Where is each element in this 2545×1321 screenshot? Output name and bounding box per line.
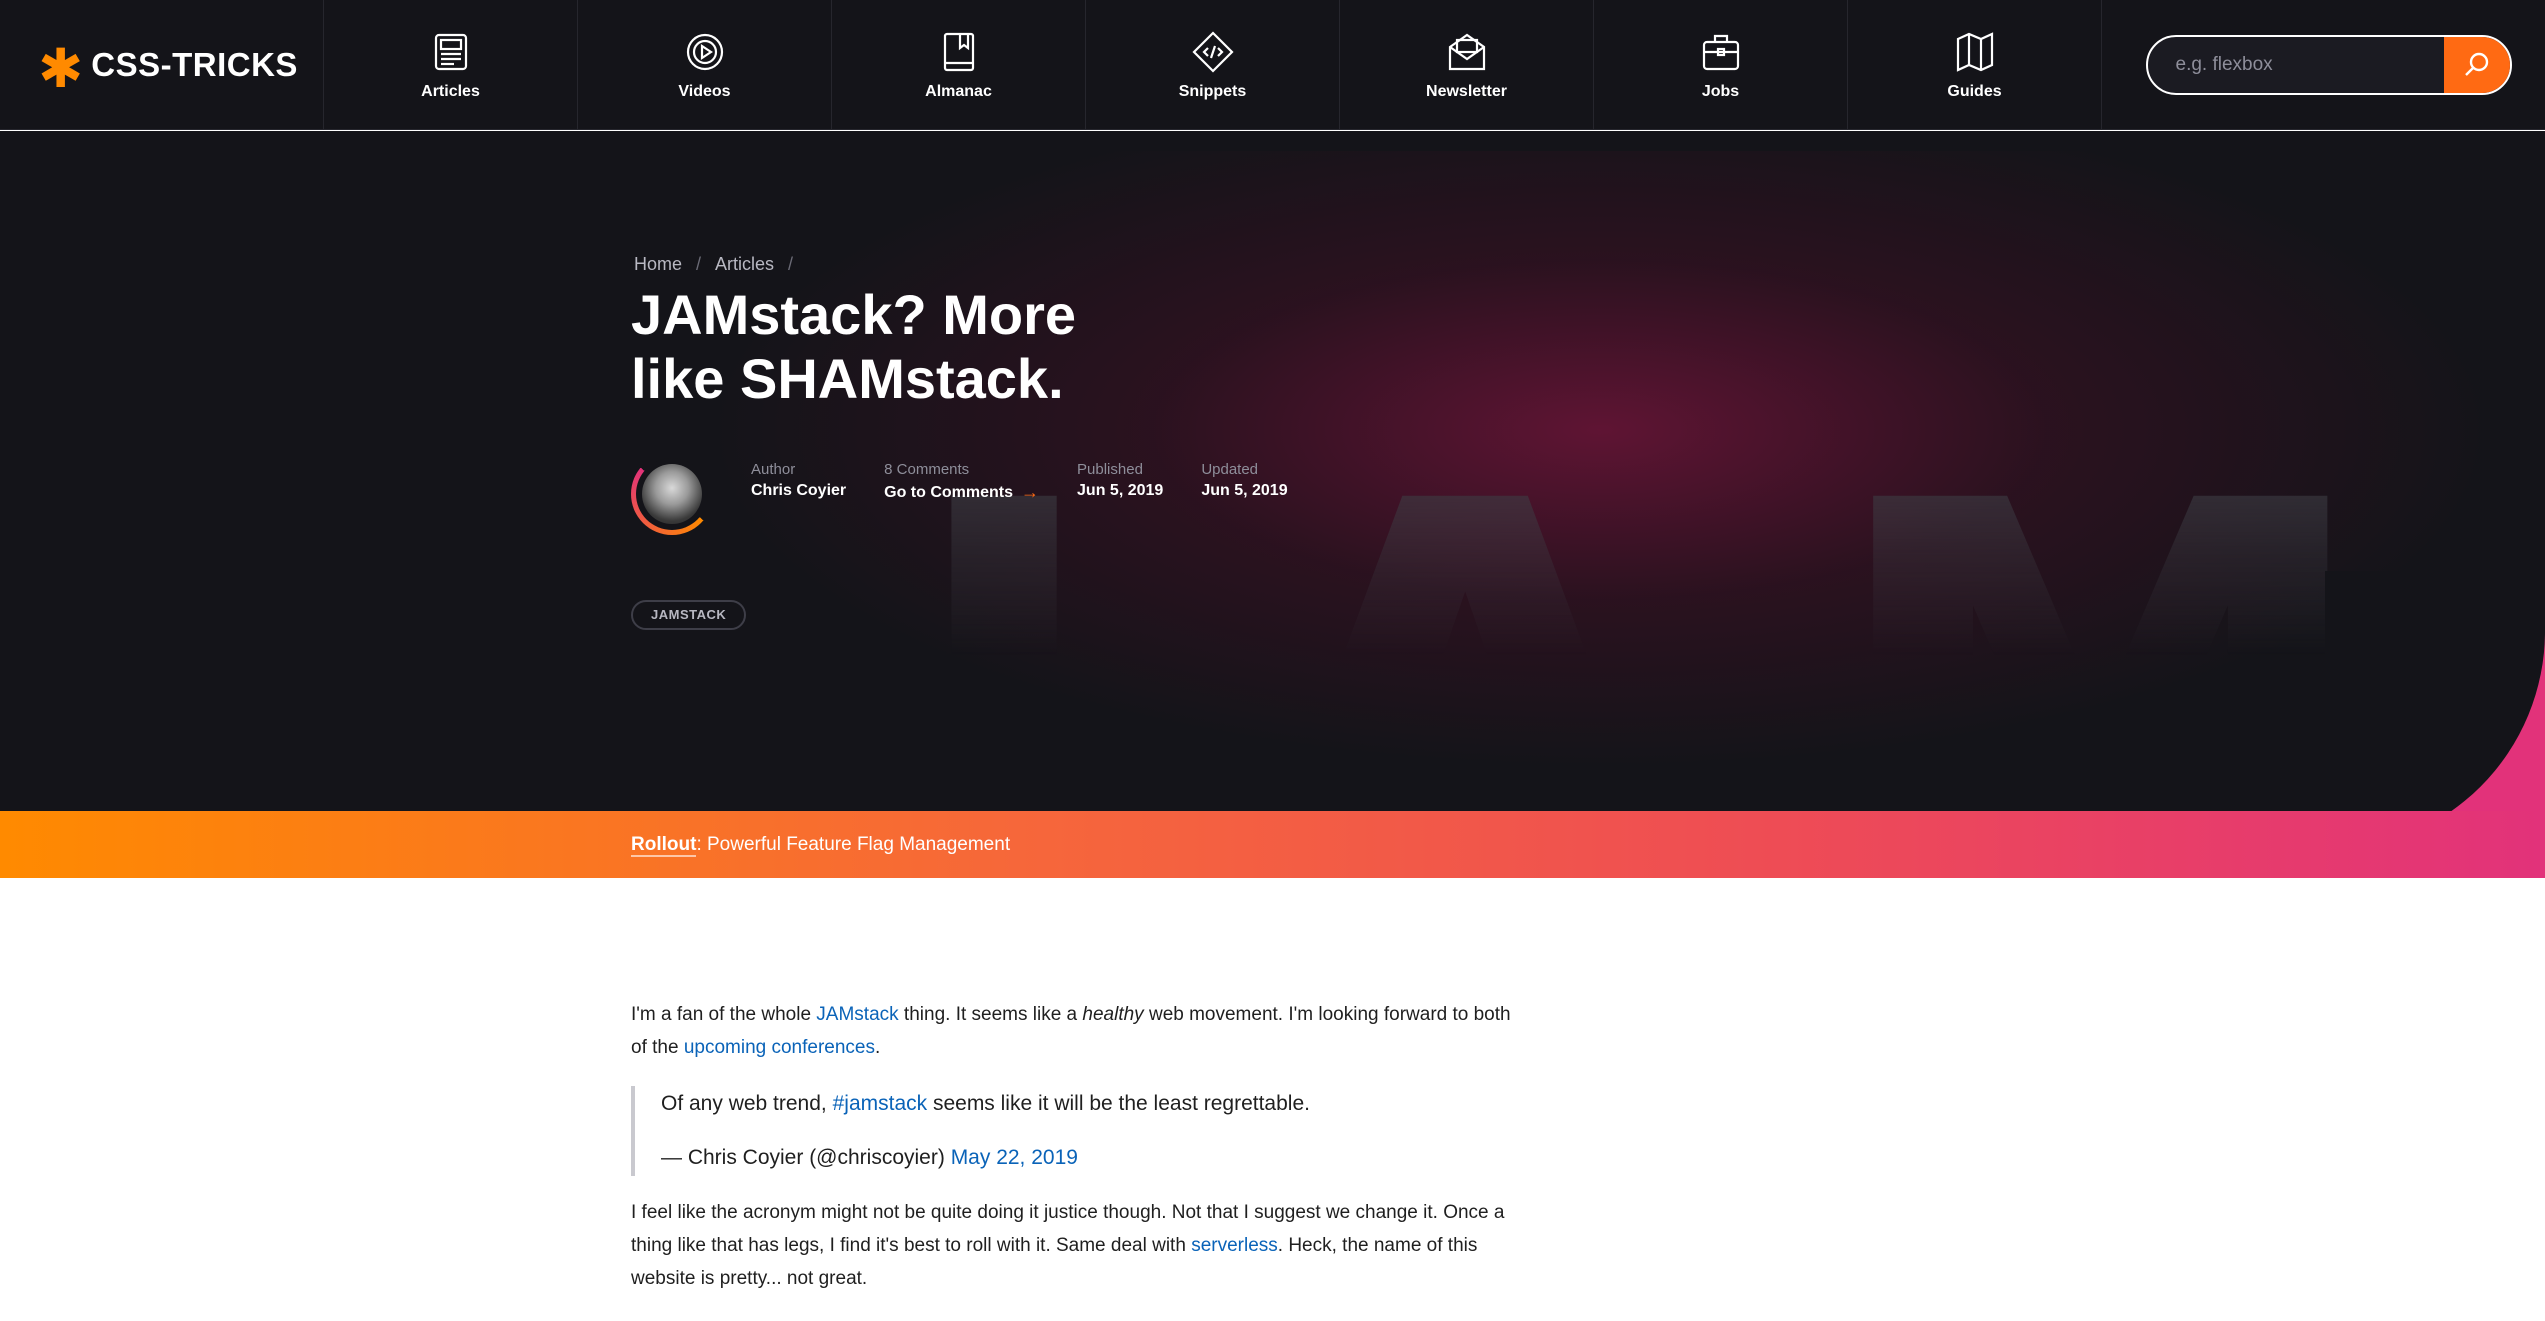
author-name-link[interactable]: Chris Coyier [751,482,846,500]
embedded-tweet-quote: Of any web trend, #jamstack seems like i… [631,1086,1531,1176]
briefcase-icon [1702,34,1739,70]
article-hero: JAM Home / Articles / JAMstack? More lik… [0,131,2545,811]
search-area [2102,0,2545,129]
nav-item-label: Almanac [925,82,992,100]
meta-comments: 8 Comments Go to Comments → [884,461,1039,503]
nav-item-almanac[interactable]: Almanac [832,0,1086,129]
search-button[interactable] [2443,36,2510,93]
top-nav: ✱ CSS-TRICKS Articles Videos Almanac Sni… [0,0,2545,130]
search-input[interactable] [2147,36,2444,93]
upcoming-conferences-link[interactable]: upcoming conferences [684,1037,875,1058]
meta-updated-key: Updated [1201,461,1259,478]
play-circle-icon [686,33,723,70]
quote-text: Of any web trend, #jamstack seems like i… [661,1086,1531,1122]
avatar-photo [642,464,702,524]
article-body: I'm a fan of the whole JAMstack thing. I… [631,998,1531,1317]
tag-jamstack[interactable]: JAMSTACK [631,600,747,630]
nav-item-label: Newsletter [1426,82,1507,100]
text: I'm a fan of the whole [631,1004,817,1025]
arrow-right-icon: → [1021,482,1040,502]
nav-item-snippets[interactable]: Snippets [1086,0,1340,129]
comments-count: 8 Comments [884,461,970,478]
site-logo[interactable]: ✱ CSS-TRICKS [0,0,324,129]
paragraph-intro: I'm a fan of the whole JAMstack thing. I… [631,998,1531,1064]
text: . [875,1037,881,1058]
updated-date: Jun 5, 2019 [1201,482,1288,499]
code-diamond-icon [1191,30,1234,73]
nav-item-newsletter[interactable]: Newsletter [1340,0,1594,129]
search-icon [2464,52,2488,76]
jamstack-hashtag-link[interactable]: #jamstack [833,1092,928,1115]
article-meta: Author Chris Coyier 8 Comments Go to Com… [631,453,1326,535]
sponsor-text: : Powerful Feature Flag Management [696,833,1011,855]
breadcrumb: Home / Articles / [634,254,793,275]
text: Of any web trend, [661,1092,833,1115]
meta-published: Published Jun 5, 2019 [1077,461,1163,500]
serverless-link[interactable]: serverless [1191,1235,1278,1256]
meta-author: Author Chris Coyier [751,461,846,500]
breadcrumb-separator: / [788,254,794,274]
published-date: Jun 5, 2019 [1077,482,1164,499]
quote-citation: — Chris Coyier (@chriscoyier) May 22, 20… [661,1140,1531,1176]
sponsor-banner: Rollout: Powerful Feature Flag Managemen… [0,811,2545,878]
nav-item-label: Jobs [1701,82,1740,100]
text: — Chris Coyier (@chriscoyier) [661,1146,951,1169]
nav-item-guides[interactable]: Guides [1848,0,2102,129]
nav-item-label: Articles [421,82,480,100]
map-icon [1956,31,1993,72]
emphasis: healthy [1082,1004,1144,1025]
text: thing. It seems like a [898,1004,1083,1025]
text: seems like it will be the least regretta… [927,1092,1310,1115]
breadcrumb-articles[interactable]: Articles [715,254,774,275]
nav-item-videos[interactable]: Videos [578,0,832,129]
meta-updated: Updated Jun 5, 2019 [1201,461,1287,500]
nav-item-label: Guides [1947,82,2002,100]
nav-item-label: Snippets [1178,82,1247,100]
paragraph-acronym: I feel like the acronym might not be qui… [631,1196,1531,1295]
nav-item-articles[interactable]: Articles [324,0,578,129]
page-title: JAMstack? More like SHAMstack. [631,283,1077,410]
breadcrumb-home[interactable]: Home [634,254,682,275]
breadcrumb-separator: / [696,254,702,274]
logo-text: CSS-TRICKS [91,45,298,83]
logo-star-icon: ✱ [38,38,84,99]
envelope-icon [1448,33,1485,70]
meta-author-key: Author [751,461,796,478]
go-to-comments-label: Go to Comments [884,483,1014,501]
go-to-comments-link[interactable]: Go to Comments → [884,482,1039,503]
meta-published-key: Published [1077,461,1143,478]
nav-item-label: Videos [678,82,731,100]
jamstack-link[interactable]: JAMstack [816,1004,898,1025]
search-box [2145,34,2512,95]
sponsor-link[interactable]: Rollout: Powerful Feature Flag Managemen… [631,833,1011,857]
book-icon [943,32,974,71]
tweet-date-link[interactable]: May 22, 2019 [951,1146,1078,1169]
nav-item-jobs[interactable]: Jobs [1594,0,1848,129]
author-avatar[interactable] [631,453,713,535]
newspaper-icon [434,33,467,70]
avatar-ring [636,458,708,530]
sponsor-brand: Rollout [631,833,697,857]
